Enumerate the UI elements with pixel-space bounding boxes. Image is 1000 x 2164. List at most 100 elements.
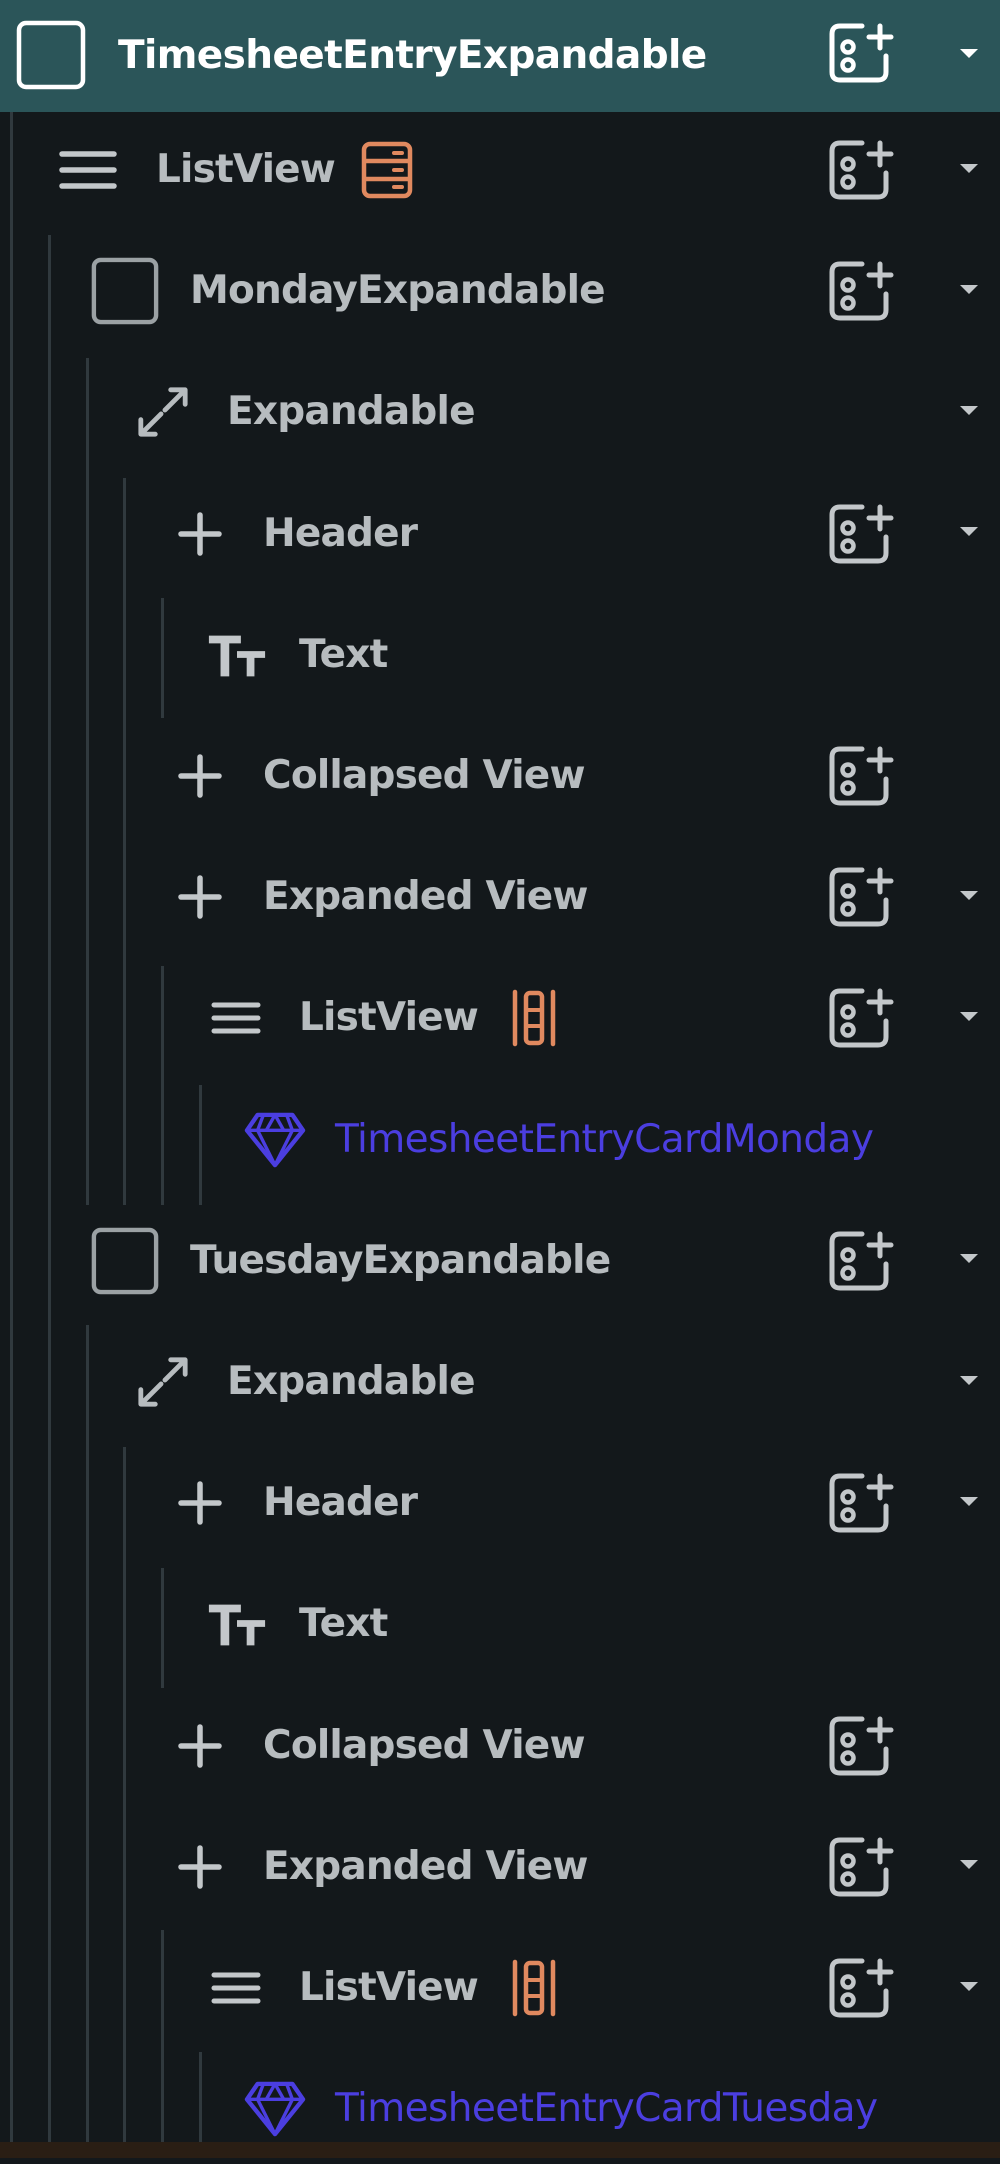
caret-down-icon [960, 163, 978, 173]
tree-node-label: TimesheetEntryCardMonday [335, 1116, 874, 1162]
tree-node-label: Expandable [227, 389, 476, 435]
expand-toggle-button[interactable] [952, 1242, 986, 1276]
expand-toggle-button[interactable] [952, 878, 986, 912]
add-child-icon [828, 1277, 902, 1296]
expand-toggle-button[interactable] [952, 36, 986, 70]
caret-down-icon [960, 284, 978, 294]
tree-row[interactable]: TuesdayExpandable [0, 1206, 1000, 1316]
tree-node-label: Expanded View [263, 1843, 588, 1889]
plus-icon [176, 1448, 224, 1558]
add-child-button[interactable] [828, 139, 902, 201]
expand-toggle-button[interactable] [952, 515, 986, 549]
tree-row[interactable]: ListView [0, 963, 1000, 1073]
component-gem-icon [242, 1085, 308, 1195]
plus-icon [176, 842, 224, 952]
add-child-button[interactable] [828, 1472, 902, 1534]
columns-badge-icon [508, 963, 560, 1073]
expand-toggle-button[interactable] [952, 151, 986, 185]
tree-node-label: TuesdayExpandable [190, 1237, 611, 1283]
tree-node-label: Expandable [227, 1359, 476, 1404]
tree-node-label: Collapsed View [263, 753, 586, 798]
tree-node-label: Expanded View [263, 874, 588, 920]
list-icon [208, 963, 264, 1073]
add-child-icon [828, 550, 902, 569]
text-icon [204, 1569, 270, 1679]
expand-toggle-button[interactable] [952, 393, 986, 427]
caret-down-icon [960, 405, 978, 415]
tree-node-label: MondayExpandable [190, 268, 606, 314]
tree-row[interactable]: TimesheetEntryCardMonday [0, 1085, 1000, 1195]
add-child-icon [828, 1762, 902, 1781]
tree-row[interactable]: Expanded View [0, 842, 1000, 952]
add-child-button[interactable] [828, 1957, 902, 2019]
tree-node-label: Collapsed View [263, 1722, 586, 1768]
tree-row[interactable]: Text [0, 600, 1000, 710]
caret-down-icon [960, 1254, 978, 1264]
columns-badge-icon [508, 1933, 560, 2043]
container-icon [14, 0, 88, 110]
add-child-button[interactable] [828, 745, 902, 807]
expand-toggle-button[interactable] [952, 272, 986, 306]
text-icon [204, 600, 270, 710]
caret-down-icon [960, 1375, 978, 1385]
list-icon [56, 115, 120, 225]
plus-icon [176, 1691, 224, 1801]
add-child-icon [828, 2004, 902, 2023]
tree-node-label: Header [263, 1480, 418, 1526]
add-child-button[interactable] [828, 22, 902, 84]
plus-icon [176, 1812, 224, 1922]
expand-toggle-button[interactable] [952, 1969, 986, 2003]
expand-toggle-button[interactable] [952, 999, 986, 1033]
panel-bottom-edge [0, 2142, 1000, 2158]
tree-node-label: Header [263, 510, 418, 556]
tree-row[interactable]: Header [0, 479, 1000, 589]
add-child-button[interactable] [828, 987, 902, 1049]
tree-row[interactable]: Expanded View [0, 1812, 1000, 1922]
add-child-button[interactable] [828, 1836, 902, 1898]
caret-down-icon [960, 48, 978, 58]
tree-row[interactable]: ListView [0, 1933, 1000, 2043]
caret-down-icon [960, 1860, 978, 1870]
rows-badge-icon [358, 115, 416, 225]
caret-down-icon [960, 1011, 978, 1021]
tree-row[interactable]: MondayExpandable [0, 236, 1000, 346]
add-child-button[interactable] [828, 503, 902, 565]
container-icon [88, 1206, 162, 1316]
expand-arrows-icon [134, 1327, 192, 1437]
add-child-button[interactable] [828, 260, 902, 322]
tree-node-label: ListView [299, 1965, 479, 2010]
tree-row[interactable]: Header [0, 1448, 1000, 1558]
tree-node-label: ListView [299, 995, 479, 1041]
tree-root-label: TimesheetEntryExpandable [118, 33, 707, 78]
caret-down-icon [960, 527, 978, 537]
add-child-icon [828, 1883, 902, 1902]
add-child-icon [828, 69, 902, 88]
plus-icon [176, 479, 224, 589]
caret-down-icon [960, 890, 978, 900]
expand-toggle-button[interactable] [952, 1848, 986, 1882]
tree-node-label: Text [299, 631, 388, 677]
tree-row[interactable]: Collapsed View [0, 721, 1000, 831]
expand-arrows-icon [134, 357, 192, 467]
tree-row[interactable]: Expandable [0, 1327, 1000, 1437]
list-icon [208, 1933, 264, 2043]
add-child-icon [828, 913, 902, 932]
add-child-button[interactable] [828, 1230, 902, 1292]
tree-node-label: ListView [156, 147, 336, 192]
tree-root-row[interactable]: TimesheetEntryExpandable [0, 0, 1000, 112]
add-child-button[interactable] [828, 866, 902, 928]
add-child-icon [828, 1034, 902, 1053]
expand-toggle-button[interactable] [952, 1363, 986, 1397]
container-icon [88, 236, 162, 346]
tree-node-label: Text [299, 1601, 388, 1647]
component-tree: TimesheetEntryExpandable ListView MondayE… [0, 0, 1000, 2158]
tree-row[interactable]: Collapsed View [0, 1691, 1000, 1801]
tree-row[interactable]: ListView [0, 115, 1000, 225]
add-child-button[interactable] [828, 1715, 902, 1777]
expand-toggle-button[interactable] [952, 1484, 986, 1518]
add-child-icon [828, 1519, 902, 1538]
add-child-icon [828, 792, 902, 811]
add-child-icon [828, 307, 902, 326]
tree-row[interactable]: Expandable [0, 357, 1000, 467]
tree-row[interactable]: Text [0, 1569, 1000, 1679]
